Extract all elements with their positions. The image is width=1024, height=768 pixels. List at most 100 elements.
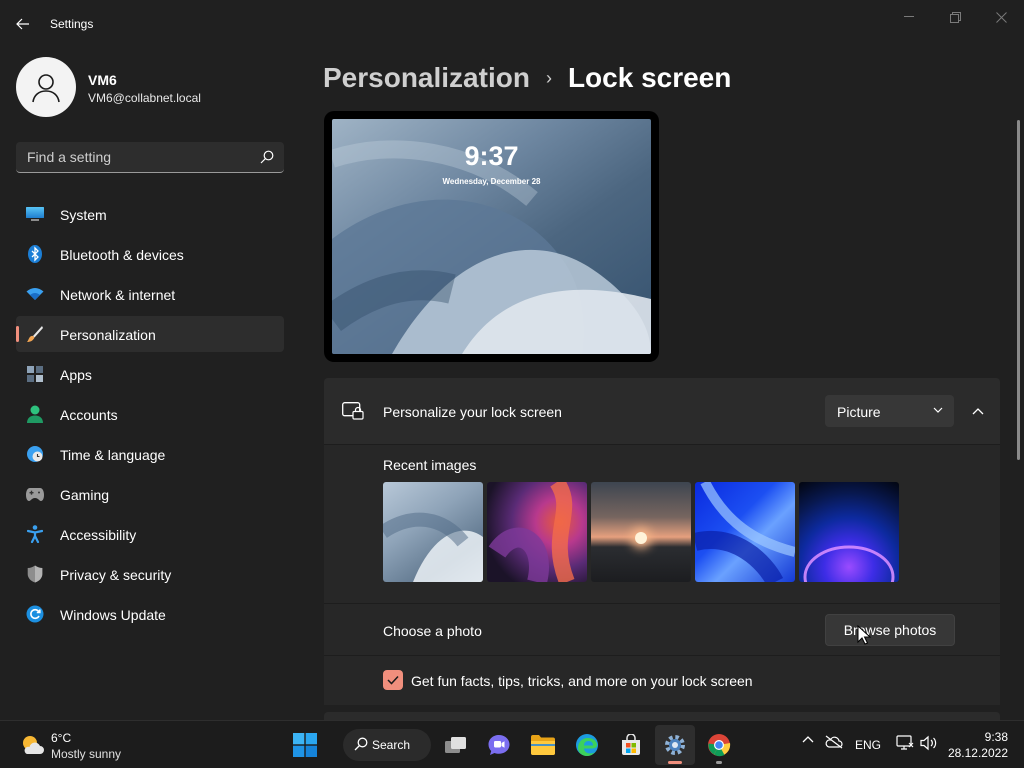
gamepad-icon [26, 485, 44, 503]
search-icon[interactable] [260, 150, 274, 164]
sidebar-item-apps[interactable]: Apps [16, 356, 284, 392]
sidebar-item-label: Accounts [60, 407, 118, 423]
weather-description[interactable]: Mostly sunny [51, 747, 121, 761]
sidebar-item-label: Network & internet [60, 287, 176, 303]
update-icon [26, 605, 44, 623]
fun-facts-checkbox[interactable] [383, 670, 403, 690]
recent-image-thumbnail[interactable] [487, 482, 587, 582]
restore-icon [949, 11, 961, 23]
choose-photo-row: Choose a photo Browse photos [324, 603, 1000, 655]
sidebar-item-label: Personalization [60, 327, 156, 343]
edge-button[interactable] [567, 725, 607, 765]
personalize-lock-screen-card: Personalize your lock screen Picture Rec… [324, 378, 1000, 705]
lock-screen-icon [342, 402, 364, 420]
collapse-button[interactable] [962, 395, 994, 427]
shield-icon [26, 565, 44, 583]
taskbar-search-label: Search [372, 738, 411, 752]
teams-chat-button[interactable] [479, 725, 519, 765]
scrollbar[interactable] [1017, 120, 1020, 460]
cloud-off-icon [825, 735, 843, 749]
sidebar-item-privacy[interactable]: Privacy & security [16, 556, 284, 592]
volume-tray-button[interactable] [920, 735, 938, 751]
sidebar-item-gaming[interactable]: Gaming [16, 476, 284, 512]
sidebar-item-label: Gaming [60, 487, 110, 503]
task-view-button[interactable] [436, 725, 476, 765]
avatar[interactable] [16, 57, 76, 117]
sidebar-nav: System Bluetooth & devices Network & int… [16, 196, 284, 636]
close-button[interactable] [978, 4, 1024, 30]
weather-temperature[interactable]: 6°C [51, 731, 71, 745]
fun-facts-label[interactable]: Get fun facts, tips, tricks, and more on… [411, 673, 753, 689]
search-input[interactable] [16, 142, 256, 172]
recent-image-thumbnail[interactable] [799, 482, 899, 582]
recent-images-list [383, 482, 899, 582]
partly-sunny-icon[interactable] [20, 734, 44, 756]
settings-taskbar-button[interactable] [655, 725, 695, 765]
chevron-up-icon [802, 736, 814, 743]
user-name: VM6 [88, 72, 117, 88]
network-tray-button[interactable] [896, 735, 914, 751]
onedrive-tray-button[interactable] [825, 735, 843, 749]
sidebar-item-personalization[interactable]: Personalization [16, 316, 284, 352]
globe-clock-icon [26, 445, 44, 463]
taskbar-search[interactable]: Search [343, 729, 431, 761]
breadcrumb-parent[interactable]: Personalization [323, 62, 530, 94]
sidebar-item-label: Time & language [60, 447, 166, 463]
show-hidden-icons-button[interactable] [802, 735, 814, 743]
clock-time[interactable]: 9:38 [985, 730, 1008, 744]
search-box[interactable] [16, 142, 284, 173]
glow-image [803, 545, 895, 582]
lock-screen-preview: 9:37 Wednesday, December 28 [324, 111, 659, 362]
chrome-button[interactable] [699, 725, 739, 765]
clock-date[interactable]: 28.12.2022 [948, 746, 1008, 760]
sidebar-item-label: Bluetooth & devices [60, 247, 184, 263]
sidebar-item-system[interactable]: System [16, 196, 284, 232]
back-button[interactable] [8, 10, 38, 38]
sidebar-item-time-language[interactable]: Time & language [16, 436, 284, 472]
file-explorer-button[interactable] [523, 725, 563, 765]
browse-photos-button[interactable]: Browse photos [825, 614, 955, 646]
chevron-down-icon [933, 407, 943, 413]
sidebar-item-accounts[interactable]: Accounts [16, 396, 284, 432]
chrome-icon [708, 734, 731, 757]
breadcrumb: Personalization › Lock screen [323, 58, 731, 98]
sidebar-item-windows-update[interactable]: Windows Update [16, 596, 284, 632]
card-title: Personalize your lock screen [383, 404, 562, 420]
sidebar-item-bluetooth[interactable]: Bluetooth & devices [16, 236, 284, 272]
language-indicator[interactable]: ENG [855, 738, 881, 752]
fun-facts-row: Get fun facts, tips, tricks, and more on… [324, 655, 1000, 705]
start-button[interactable] [285, 725, 325, 765]
person-icon [26, 405, 44, 423]
recent-image-thumbnail[interactable] [591, 482, 691, 582]
title-bar: Settings [0, 0, 1024, 48]
windows-logo-icon [293, 733, 317, 757]
sun-icon [635, 532, 647, 544]
choose-photo-label: Choose a photo [383, 623, 482, 639]
chat-icon [488, 735, 510, 755]
task-view-icon [445, 737, 466, 753]
sidebar-item-network[interactable]: Network & internet [16, 276, 284, 312]
arrow-left-icon [16, 18, 29, 30]
card-header[interactable]: Personalize your lock screen Picture [324, 378, 1000, 444]
store-button[interactable] [611, 725, 651, 765]
page-title: Lock screen [567, 62, 732, 93]
wifi-icon [26, 285, 44, 303]
sidebar-item-label: Accessibility [60, 527, 137, 543]
speaker-icon [920, 735, 937, 751]
recent-image-thumbnail[interactable] [383, 482, 483, 582]
minimize-button[interactable] [886, 4, 932, 30]
restore-button[interactable] [932, 4, 978, 30]
recent-images-label: Recent images [383, 457, 477, 473]
dropdown-value: Picture [837, 404, 881, 420]
monitor-icon [26, 205, 44, 223]
sidebar-item-accessibility[interactable]: Accessibility [16, 516, 284, 552]
store-bag-icon [622, 734, 640, 755]
mouse-pointer-icon [857, 625, 871, 645]
recent-image-thumbnail[interactable] [695, 482, 795, 582]
lock-screen-type-dropdown[interactable]: Picture [825, 395, 954, 427]
bluetooth-icon [26, 245, 44, 263]
checkmark-icon [387, 675, 399, 685]
folder-icon [531, 735, 555, 755]
breadcrumb-separator: › [545, 67, 552, 88]
sidebar-item-label: Privacy & security [60, 567, 172, 583]
